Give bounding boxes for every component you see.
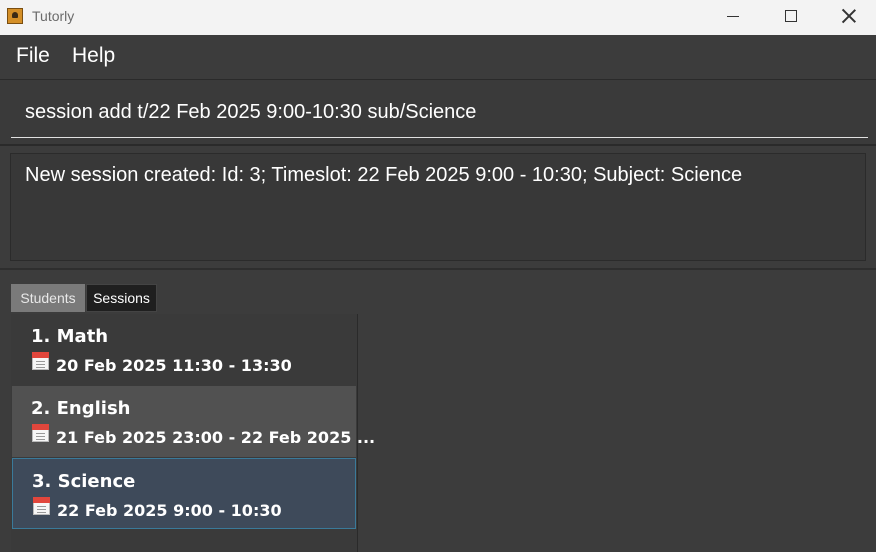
menu-file[interactable]: File xyxy=(16,44,50,68)
menu-bar: File Help xyxy=(0,35,876,80)
session-timeslot: 22 Feb 2025 9:00 - 10:30 xyxy=(57,501,282,520)
maximize-icon xyxy=(785,10,797,22)
session-title: 1. Math xyxy=(31,326,109,347)
session-timeslot: 21 Feb 2025 23:00 - 22 Feb 2025 ... xyxy=(56,428,376,447)
session-title: 2. English xyxy=(31,398,131,419)
session-title: 3. Science xyxy=(32,471,136,492)
maximize-button[interactable] xyxy=(768,0,814,32)
session-list[interactable]: 1. Math 20 Feb 2025 11:30 - 13:30 2. Eng… xyxy=(11,314,375,552)
close-button[interactable] xyxy=(826,0,872,32)
minimize-button[interactable] xyxy=(710,0,756,32)
calendar-icon xyxy=(33,497,50,515)
command-box xyxy=(0,80,876,146)
divider xyxy=(0,268,876,270)
result-message: New session created: Id: 3; Timeslot: 22… xyxy=(25,164,743,186)
title-bar: Tutorly xyxy=(0,0,876,35)
session-timeslot: 20 Feb 2025 11:30 - 13:30 xyxy=(56,356,292,375)
close-icon xyxy=(842,9,856,23)
session-card[interactable]: 1. Math 20 Feb 2025 11:30 - 13:30 xyxy=(12,314,356,385)
session-card-selected[interactable]: 3. Science 22 Feb 2025 9:00 - 10:30 xyxy=(12,458,356,529)
command-input[interactable] xyxy=(11,88,868,138)
session-card[interactable]: 2. English 21 Feb 2025 23:00 - 22 Feb 20… xyxy=(12,386,375,457)
calendar-icon xyxy=(32,424,49,442)
window-title: Tutorly xyxy=(32,8,75,24)
app-logo-icon xyxy=(7,8,23,24)
tab-students[interactable]: Students xyxy=(11,284,85,312)
result-display: New session created: Id: 3; Timeslot: 22… xyxy=(10,153,866,261)
calendar-icon xyxy=(32,352,49,370)
tab-sessions[interactable]: Sessions xyxy=(86,284,157,312)
minimize-icon xyxy=(727,15,739,17)
menu-help[interactable]: Help xyxy=(72,44,115,68)
